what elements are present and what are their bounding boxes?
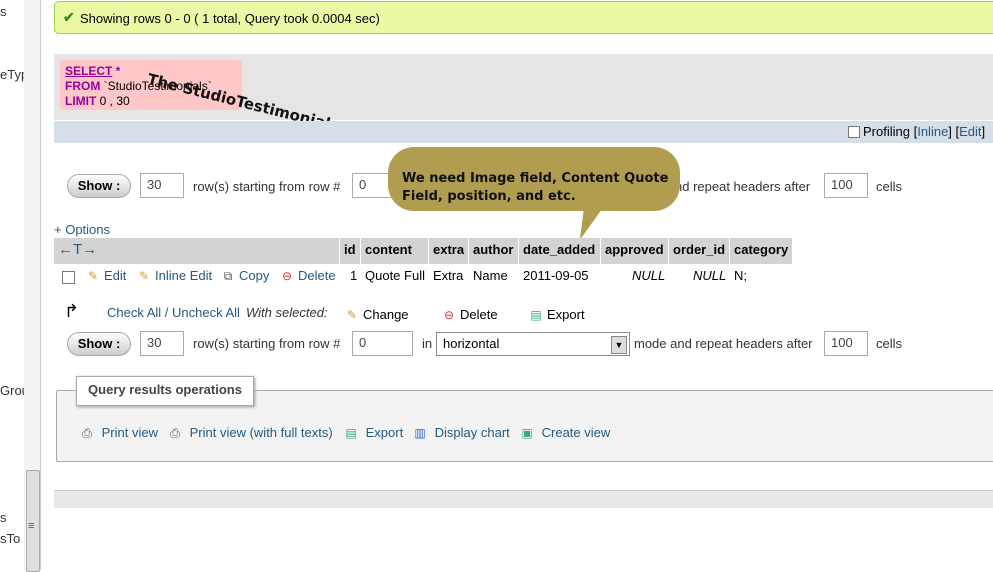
inline-link[interactable]: Inline (917, 124, 948, 139)
edit-row-link[interactable]: ✎ Edit (86, 268, 126, 283)
rows-count-input[interactable]: 30 (140, 173, 184, 198)
check-all-arrow-icon: ↱ (64, 301, 80, 321)
cell-date-added[interactable]: 2011-09-05 (523, 268, 589, 283)
column-header-id[interactable]: id (340, 238, 361, 264)
profiling-controls: Profiling [Inline] [Edit] (863, 124, 986, 139)
column-header-date-added[interactable]: date_added (519, 238, 601, 264)
column-header-content[interactable]: content (361, 238, 429, 264)
column-header-approved[interactable]: approved (601, 238, 669, 264)
options-toggle[interactable]: + Options (54, 222, 110, 237)
check-all-link[interactable]: Check All / Uncheck All (107, 305, 240, 320)
annotation-bubble-tail (571, 206, 605, 240)
sql-limit-keyword: LIMIT (65, 94, 97, 108)
success-message: ✔ Showing rows 0 - 0 ( 1 total, Query to… (54, 1, 993, 34)
show-button[interactable]: Show : (67, 174, 131, 198)
printer-icon: ⎙ (82, 426, 92, 440)
sql-select-keyword[interactable]: SELECT (65, 64, 112, 78)
rows-count-input-bottom[interactable]: 30 (140, 331, 184, 356)
display-mode-value: horizontal (443, 336, 500, 351)
cell-approved[interactable]: NULL (632, 268, 665, 283)
repeat-headers-input[interactable]: 100 (824, 173, 868, 198)
column-header-category[interactable]: category (730, 238, 793, 264)
cell-category[interactable]: N; (734, 268, 747, 283)
create-view-icon: ▣ (521, 426, 533, 440)
in-label: in (422, 336, 433, 351)
cell-content[interactable]: Quote Full (365, 268, 425, 283)
column-header-extra[interactable]: extra (429, 238, 469, 264)
cell-order-id[interactable]: NULL (693, 268, 726, 283)
create-view-link[interactable]: ▣ Create view (520, 425, 610, 440)
with-selected-label: With selected: (246, 305, 328, 320)
copy-icon: ⧉ (223, 269, 233, 283)
inline-edit-icon: ✎ (138, 269, 150, 283)
column-header-order-id[interactable]: order_id (669, 238, 730, 264)
column-header-author[interactable]: author (469, 238, 519, 264)
sql-from-keyword: FROM (65, 79, 101, 93)
delete-selected-button[interactable]: ⊖ Delete (442, 307, 498, 322)
rows-label-bottom: row(s) starting from row # (193, 336, 341, 351)
print-view-link[interactable]: ⎙ Print view (80, 425, 158, 441)
delete-icon: ⊖ (443, 308, 455, 322)
export-icon: ▤ (345, 426, 357, 440)
export-icon: ▤ (530, 308, 542, 322)
change-button[interactable]: ✎ Change (345, 307, 409, 322)
sidebar-fragment[interactable]: s (0, 510, 7, 525)
success-text: Showing rows 0 - 0 ( 1 total, Query took… (80, 11, 380, 26)
inline-edit-link[interactable]: ✎ Inline Edit (137, 268, 212, 283)
resize-grip-icon[interactable]: ≡ (28, 520, 34, 532)
bottom-bar (54, 490, 993, 508)
start-row-input-bottom[interactable]: 0 (352, 331, 413, 356)
copy-row-link[interactable]: ⧉ Copy (221, 268, 270, 284)
export-link[interactable]: ▤ Export (344, 425, 403, 440)
rows-label: row(s) starting from row # (193, 179, 341, 194)
edit-query-link[interactable]: Edit (959, 124, 981, 139)
print-view-full-link[interactable]: ⎙ Print view (with full texts) (168, 425, 332, 441)
printer-icon: ⎙ (170, 426, 180, 440)
annotation-bubble-text: We need Image field, Content Quote Field… (402, 171, 669, 204)
repeat-headers-label-bottom: mode and repeat headers after (634, 336, 813, 351)
repeat-headers-label: nd repeat headers after (675, 179, 811, 194)
delete-row-link[interactable]: ⊖ Delete (280, 268, 336, 283)
cells-label-bottom: cells (876, 336, 903, 351)
row-checkbox[interactable] (62, 271, 75, 284)
delete-icon: ⊖ (281, 269, 293, 283)
show-button-bottom[interactable]: Show : (67, 332, 131, 356)
display-mode-select[interactable]: horizontal ▼ (436, 332, 630, 356)
profiling-checkbox[interactable] (848, 126, 860, 138)
navigation-sidebar: s eTyp Grou s sTo (0, 0, 25, 570)
cell-id[interactable]: 1 (350, 268, 357, 283)
cell-author[interactable]: Name (473, 268, 508, 283)
pencil-icon: ✎ (87, 269, 99, 283)
pencil-icon: ✎ (346, 308, 358, 322)
sidebar-fragment[interactable]: s (0, 4, 7, 19)
export-selected-button[interactable]: ▤ Export (529, 307, 584, 322)
repeat-headers-input-bottom[interactable]: 100 (824, 331, 868, 356)
bar-chart-icon: ▥ (414, 426, 426, 440)
profiling-label: Profiling (863, 124, 910, 139)
display-chart-link[interactable]: ▥ Display chart (413, 425, 509, 440)
cell-extra[interactable]: Extra (433, 268, 463, 283)
sidebar-fragment[interactable]: Grou (0, 383, 24, 398)
sidebar-fragment[interactable]: sTo (0, 531, 20, 546)
sidebar-fragment[interactable]: eTyp (0, 67, 24, 82)
start-row-input[interactable]: 0 (352, 173, 392, 198)
check-icon: ✔ (63, 9, 75, 25)
column-arrows-icon[interactable]: ←T→ (54, 238, 340, 264)
cells-label: cells (876, 179, 903, 194)
operations-legend: Query results operations (76, 376, 254, 406)
chevron-down-icon: ▼ (611, 336, 627, 354)
